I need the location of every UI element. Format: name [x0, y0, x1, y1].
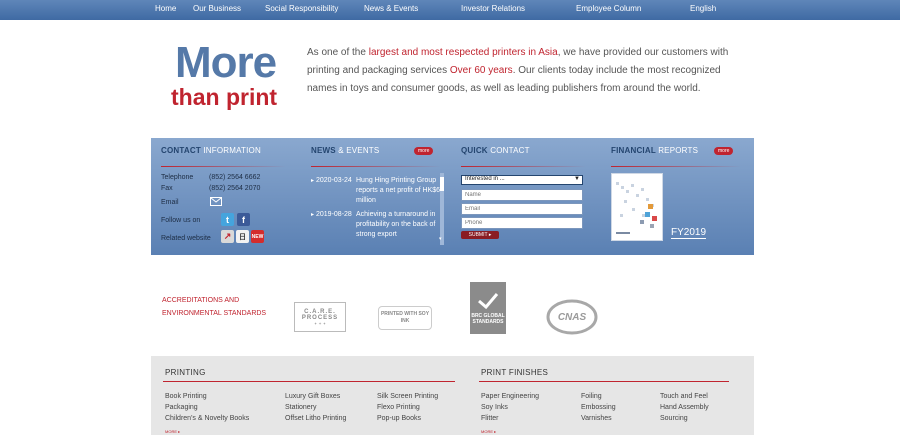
care-process-logo: C.A.R.E. PROCESS ✦ ✦ ✦ [294, 302, 346, 332]
link-varnishes[interactable]: Varnishes [581, 415, 612, 422]
printing-divider [163, 381, 455, 382]
report-year-link[interactable]: FY2019 [671, 227, 707, 239]
news-headline: Achieving a turnaround in profitability … [356, 211, 436, 238]
email-envelope-icon[interactable] [210, 197, 222, 206]
related-site-badge-icon[interactable]: 日 [236, 230, 249, 243]
link-book-printing[interactable]: Book Printing [165, 393, 207, 400]
link-pop-up-books[interactable]: Pop-up Books [377, 415, 421, 422]
link-paper-engineering[interactable]: Paper Engineering [481, 393, 539, 400]
intro-paragraph: As one of the largest and most respected… [307, 47, 729, 94]
news-events-panel: NEWS & EVENTS more ▸ 2020-03-24 Hung Hin… [311, 146, 446, 251]
email-field[interactable] [461, 203, 583, 215]
intro-highlight-years: Over 60 years [449, 65, 513, 76]
nav-our-business[interactable]: Our Business [193, 4, 241, 13]
nav-investor-relations[interactable]: Investor Relations [461, 4, 525, 13]
checkmark-icon [478, 292, 499, 309]
printing-heading: PRINTING [165, 368, 206, 377]
telephone-value: (852) 2564 6662 [209, 174, 261, 181]
logo-more-text: More [175, 38, 277, 87]
scroll-down-arrow-icon[interactable]: ▾ [439, 236, 442, 242]
annual-report-cover-image[interactable] [611, 173, 663, 241]
logo-than-print-text: than print [171, 84, 278, 110]
link-flitter[interactable]: Flitter [481, 415, 499, 422]
financial-more-button[interactable]: more [714, 147, 734, 155]
printing-more-link[interactable]: MORE ▸ [165, 429, 180, 434]
link-luxury-gift-boxes[interactable]: Luxury Gift Boxes [285, 393, 340, 400]
related-site-new-icon[interactable]: NEW [251, 230, 264, 243]
chevron-down-icon: ▼ [574, 176, 580, 182]
top-navigation: Home Our Business Social Responsibility … [0, 0, 900, 20]
link-offset-litho-printing[interactable]: Offset Litho Printing [285, 415, 346, 422]
footer-services: PRINTING PRINT FINISHES Book Printing Pa… [151, 356, 754, 435]
print-finishes-heading: PRINT FINISHES [481, 368, 549, 377]
submit-button[interactable]: SUBMIT ▸ [461, 231, 499, 239]
news-more-button[interactable]: more [414, 147, 434, 155]
phone-field[interactable] [461, 217, 583, 229]
news-date: 2019-08-28 [316, 211, 352, 218]
link-sourcing[interactable]: Sourcing [660, 415, 688, 422]
link-childrens-novelty-books[interactable]: Children's & Novelty Books [165, 415, 249, 422]
intro-highlight-largest: largest and most respected printers in A… [368, 47, 558, 58]
nav-employee-column[interactable]: Employee Column [576, 4, 641, 13]
link-soy-inks[interactable]: Soy Inks [481, 404, 508, 411]
news-divider [311, 166, 441, 167]
bullet-arrow-icon: ▸ [311, 212, 315, 218]
financial-divider [611, 166, 741, 167]
interest-select[interactable]: Interested in ... ▼ [461, 175, 583, 185]
twitter-icon[interactable]: t [221, 213, 234, 226]
soy-ink-logo: PRINTED WITH SOY INK [378, 306, 432, 330]
accreditations-heading: ACCREDITATIONS AND ENVIRONMENTAL STANDAR… [162, 297, 267, 317]
facebook-icon[interactable]: f [237, 213, 250, 226]
report-cover-graphic-icon [616, 182, 657, 234]
link-silk-screen-printing[interactable]: Silk Screen Printing [377, 393, 438, 400]
news-headline: Hung Hing Printing Group reports a net p… [356, 177, 444, 204]
link-embossing[interactable]: Embossing [581, 404, 616, 411]
quick-contact-title: QUICK CONTACT [461, 146, 530, 155]
print-finishes-divider [479, 381, 729, 382]
nav-language-english[interactable]: English [690, 4, 716, 13]
link-packaging[interactable]: Packaging [165, 404, 198, 411]
info-band: CONTACT INFORMATION Telephone (852) 2564… [151, 138, 754, 255]
link-touch-and-feel[interactable]: Touch and Feel [660, 393, 708, 400]
news-item[interactable]: ▸ 2019-08-28 Achieving a turnaround in p… [311, 210, 446, 248]
fax-value: (852) 2564 2070 [209, 185, 261, 192]
quick-contact-divider [461, 166, 586, 167]
contact-divider [161, 166, 286, 167]
nav-news-events[interactable]: News & Events [364, 4, 418, 13]
nav-social-responsibility[interactable]: Social Responsibility [265, 4, 338, 13]
cnas-logo: CNAS [546, 298, 598, 336]
link-hand-assembly[interactable]: Hand Assembly [660, 404, 709, 411]
hero-section: More than print As one of the largest an… [150, 40, 760, 130]
related-site-logo-icon[interactable]: ↗ [221, 230, 234, 243]
brc-global-standards-logo: BRC GLOBAL STANDARDS [470, 282, 506, 334]
nav-home[interactable]: Home [155, 4, 176, 13]
name-field[interactable] [461, 189, 583, 201]
news-scrollbar[interactable]: ▾ [439, 173, 444, 245]
link-foiling[interactable]: Foiling [581, 393, 602, 400]
news-date: 2020-03-24 [316, 177, 352, 184]
contact-information-panel: CONTACT INFORMATION Telephone (852) 2564… [161, 146, 291, 251]
link-flexo-printing[interactable]: Flexo Printing [377, 404, 420, 411]
bullet-arrow-icon: ▸ [311, 178, 315, 184]
contact-title: CONTACT INFORMATION [161, 146, 261, 155]
finishes-more-link[interactable]: MORE ▸ [481, 429, 496, 434]
link-stationery[interactable]: Stationery [285, 404, 317, 411]
news-item[interactable]: ▸ 2020-03-24 Hung Hing Printing Group re… [311, 176, 446, 206]
news-scrollbar-thumb[interactable] [440, 177, 444, 191]
